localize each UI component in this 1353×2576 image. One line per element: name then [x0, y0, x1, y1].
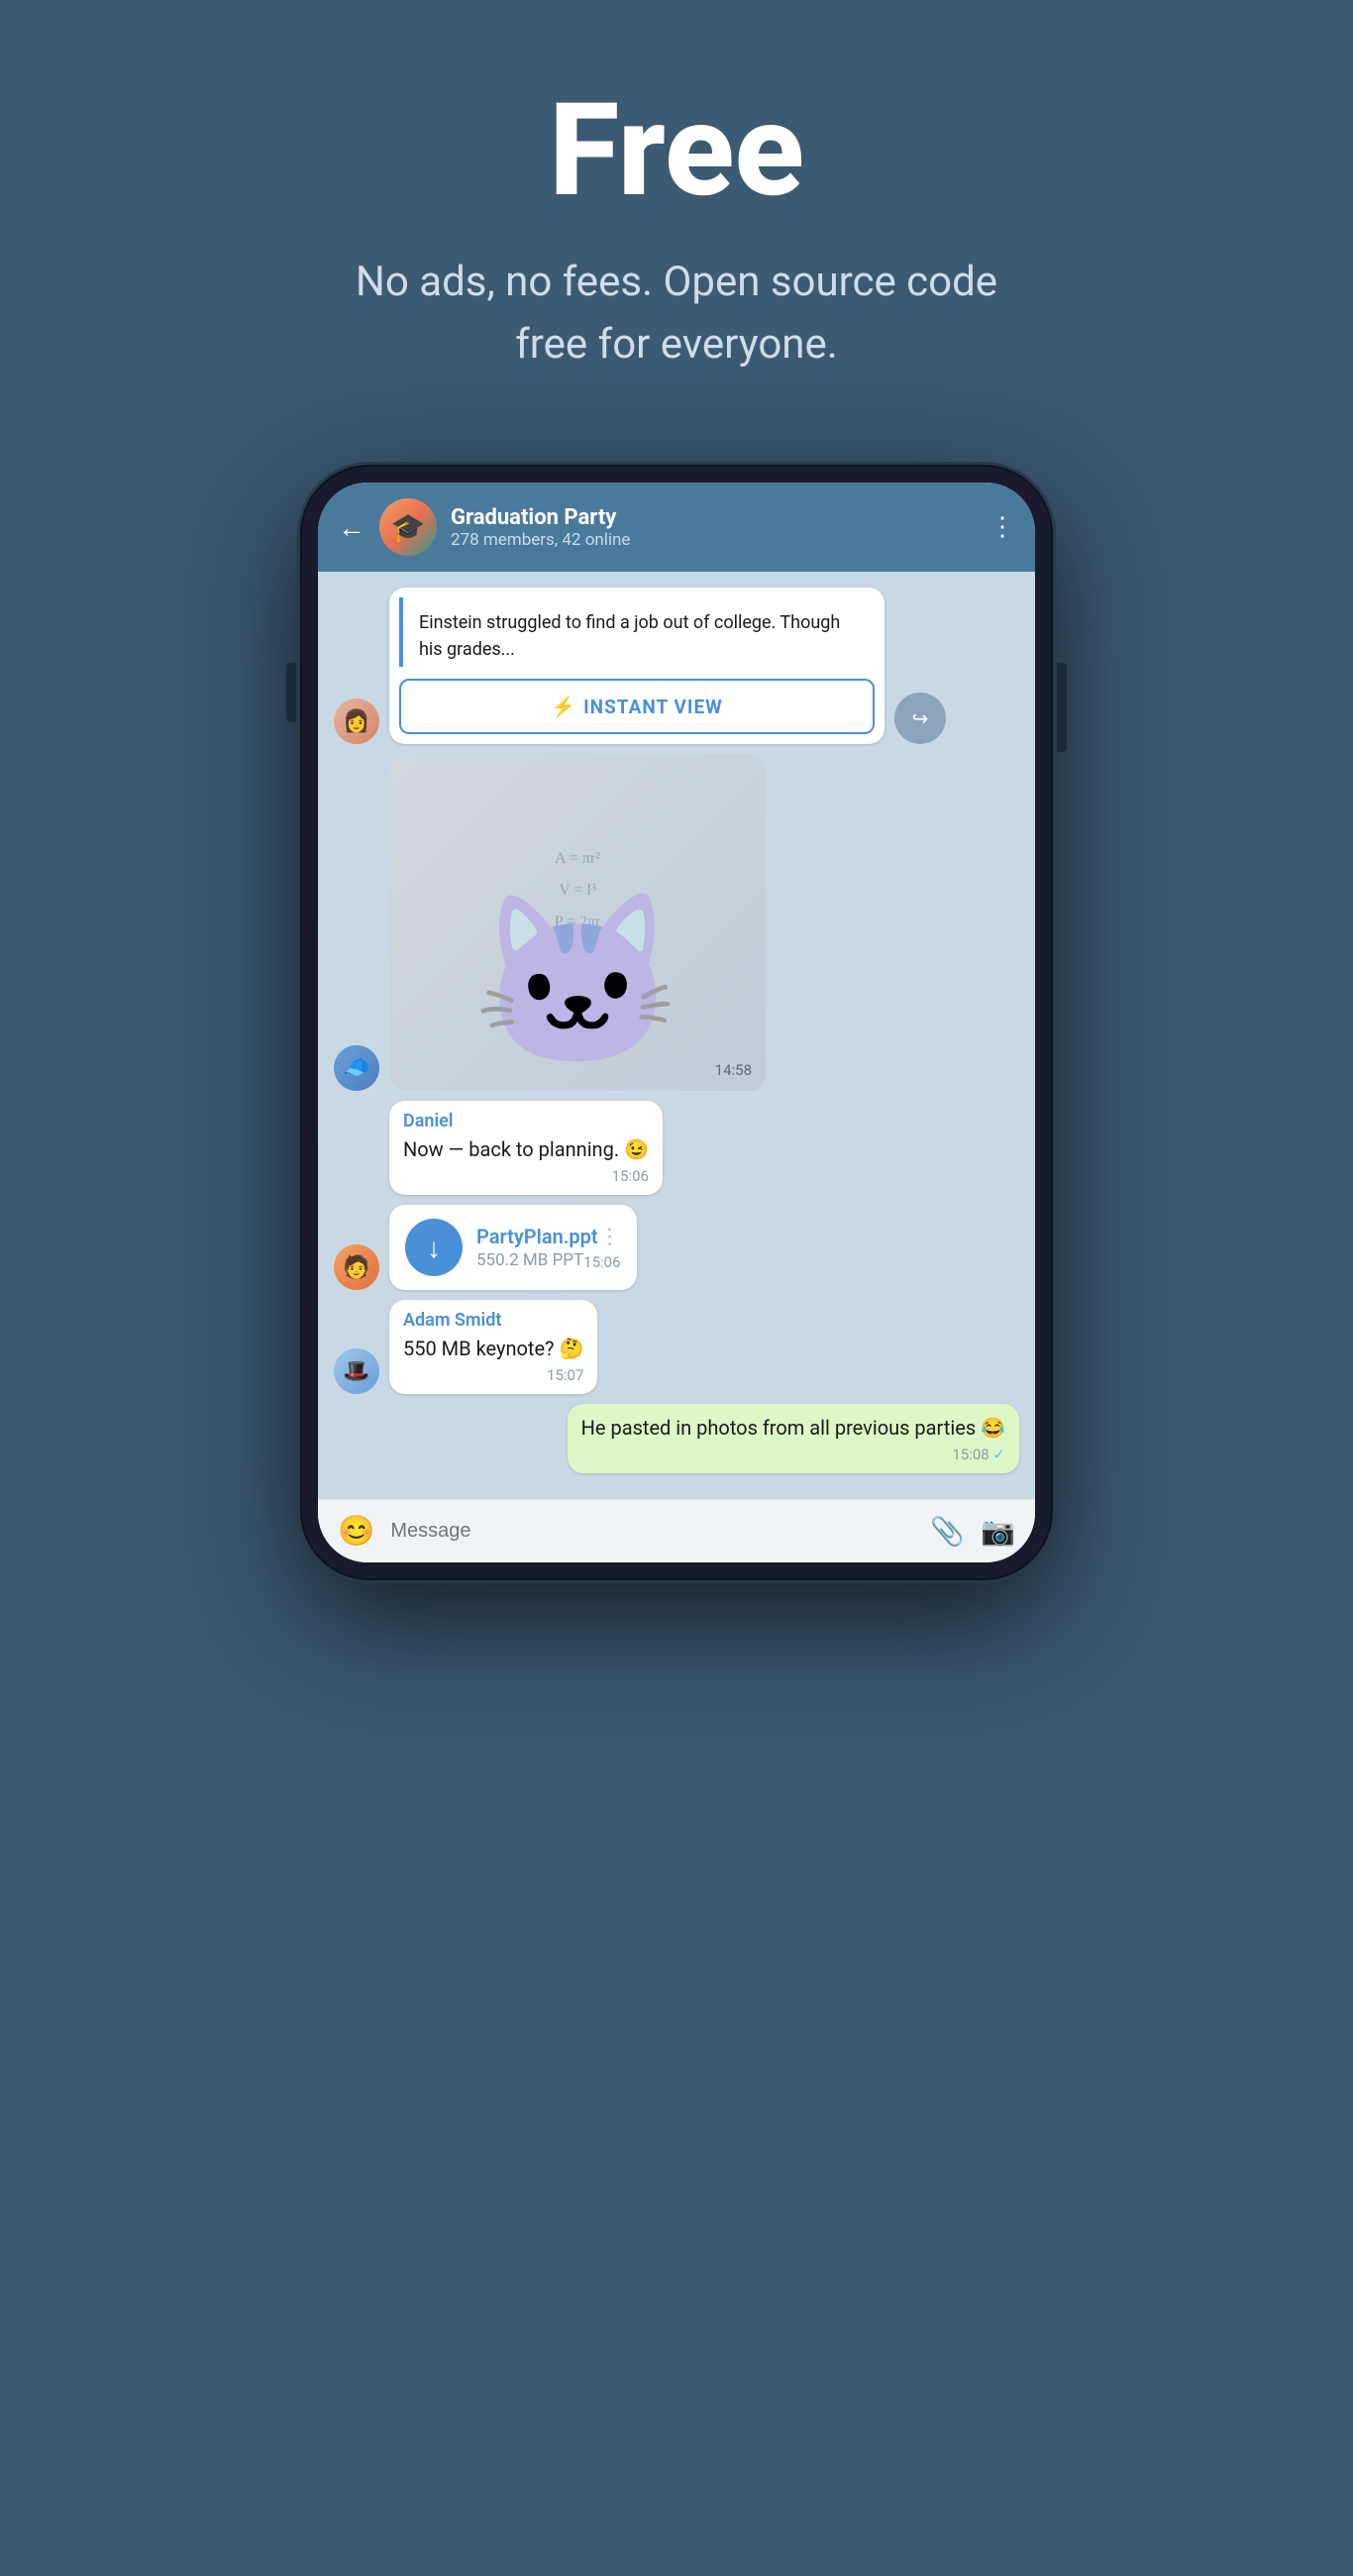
message-sender: Daniel [403, 1111, 649, 1131]
message-row: 🧑 ↓ PartyPlan.ppt ⋮ [334, 1205, 1019, 1290]
message-text: He pasted in photos from all previous pa… [581, 1414, 1005, 1442]
phone-frame: ← 🎓 Graduation Party 278 members, 42 onl… [300, 465, 1053, 1580]
sticker-container: A = πr² V = l³ P = 2πr s = √(r²+h²) A = … [389, 754, 766, 1091]
text-bubble: Daniel Now — back to planning. 😉 15:06 [389, 1101, 663, 1195]
instant-view-label: INSTANT VIEW [583, 696, 723, 718]
download-button[interactable]: ↓ [405, 1219, 463, 1276]
file-meta: 550.2 MB PPT 15:06 [476, 1249, 621, 1271]
input-bar: 😊 📎 📷 [318, 1499, 1035, 1562]
lightning-icon: ⚡ [551, 695, 575, 718]
sticker-time: 14:58 [715, 1061, 752, 1079]
back-button[interactable]: ← [338, 511, 365, 544]
emoji-button[interactable]: 😊 [338, 1514, 374, 1549]
message-time: 15:06 [403, 1167, 649, 1185]
message-time: 15:08 [581, 1446, 1005, 1463]
phone-wrapper: ← 🎓 Graduation Party 278 members, 42 onl… [300, 465, 1053, 1580]
cat-sticker: 🐱 [472, 883, 682, 1081]
group-status: 278 members, 42 online [451, 530, 976, 550]
instant-view-button[interactable]: ⚡ INSTANT VIEW [399, 679, 875, 734]
avatar: 🧢 [334, 1045, 379, 1091]
sticker-row: 🧢 A = πr² V = l³ P = 2πr s = √(r²+h²) A … [334, 754, 1019, 1091]
message-text: Now — back to planning. 😉 [403, 1135, 649, 1163]
group-avatar: 🎓 [379, 498, 437, 556]
hero-title: Free [40, 79, 1313, 221]
message-row: 👩 Einstein struggled to find a job out o… [334, 588, 1019, 744]
hero-subtitle: No ads, no fees. Open source code free f… [330, 251, 1023, 376]
header-info: Graduation Party 278 members, 42 online [451, 505, 976, 550]
file-info: PartyPlan.ppt ⋮ 550.2 MB PPT 15:06 [476, 1225, 621, 1271]
phone-screen: ← 🎓 Graduation Party 278 members, 42 onl… [318, 483, 1035, 1562]
file-name: PartyPlan.ppt [476, 1225, 598, 1248]
file-size: 550.2 MB PPT [476, 1250, 583, 1270]
avatar: 🧑 [334, 1244, 379, 1290]
chat-body: 👩 Einstein struggled to find a job out o… [318, 572, 1035, 1499]
message-text: 550 MB keynote? 🤔 [403, 1335, 583, 1362]
file-row: ↓ PartyPlan.ppt ⋮ 550.2 MB PPT 15:06 [405, 1219, 621, 1276]
text-bubble: Adam Smidt 550 MB keynote? 🤔 15:07 [389, 1300, 597, 1394]
chat-header: ← 🎓 Graduation Party 278 members, 42 onl… [318, 483, 1035, 572]
hero-section: Free No ads, no fees. Open source code f… [0, 0, 1353, 435]
camera-button[interactable]: 📷 [981, 1515, 1015, 1548]
file-more-button[interactable]: ⋮ [599, 1225, 621, 1249]
file-bubble: ↓ PartyPlan.ppt ⋮ 550.2 MB PPT 15:06 [389, 1205, 637, 1290]
article-bubble: Einstein struggled to find a job out of … [389, 588, 885, 744]
avatar: 👩 [334, 698, 379, 744]
message-row: Daniel Now — back to planning. 😉 15:06 [334, 1101, 1019, 1195]
sticker-background: A = πr² V = l³ P = 2πr s = √(r²+h²) A = … [389, 754, 766, 1091]
forward-button[interactable]: ↪ [894, 693, 946, 744]
more-options-button[interactable]: ⋮ [989, 512, 1015, 542]
message-time: 15:07 [403, 1366, 583, 1384]
article-content: Einstein struggled to find a job out of … [399, 597, 875, 667]
download-icon: ↓ [427, 1232, 441, 1264]
attach-button[interactable]: 📎 [930, 1515, 965, 1548]
message-sender: Adam Smidt [403, 1310, 583, 1331]
message-input[interactable] [390, 1520, 914, 1543]
message-time: 15:06 [583, 1253, 620, 1271]
group-name: Graduation Party [451, 505, 976, 530]
own-message-row: He pasted in photos from all previous pa… [334, 1404, 1019, 1473]
own-bubble: He pasted in photos from all previous pa… [568, 1404, 1019, 1473]
article-text: Einstein struggled to find a job out of … [419, 609, 859, 663]
avatar: 🎩 [334, 1348, 379, 1394]
message-row: 🎩 Adam Smidt 550 MB keynote? 🤔 15:07 [334, 1300, 1019, 1394]
